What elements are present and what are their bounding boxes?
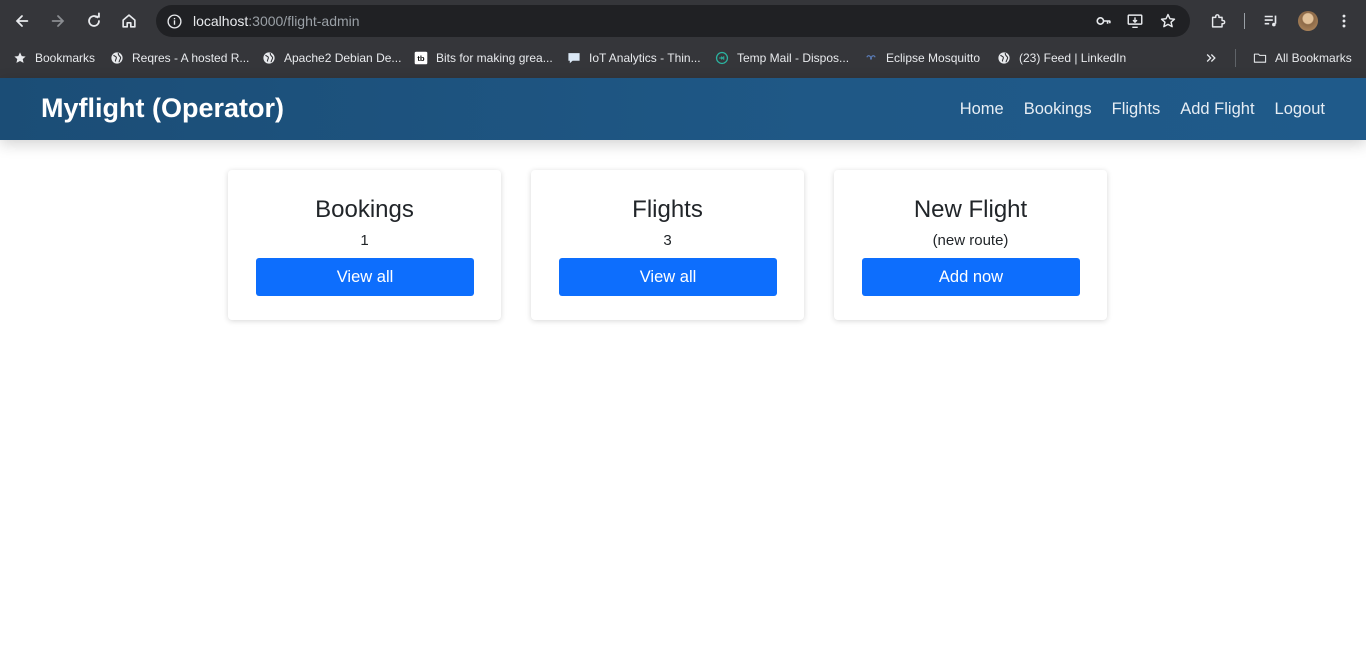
- nav-link-flights[interactable]: Flights: [1112, 99, 1161, 119]
- profile-avatar[interactable]: [1298, 11, 1318, 31]
- card-count: 3: [663, 232, 672, 249]
- browser-toolbar: localhost:3000/flight-admin: [0, 0, 1366, 42]
- flights-card: Flights 3 View all: [531, 170, 804, 320]
- globe-icon: [109, 50, 125, 66]
- bookmark-label: (23) Feed | LinkedIn: [1019, 51, 1127, 65]
- double-chevron-right-icon: [1203, 50, 1219, 66]
- new-flight-card: New Flight (new route) Add now: [834, 170, 1107, 320]
- browser-chrome: localhost:3000/flight-admin Bookmarks Re…: [0, 0, 1366, 78]
- arrow-right-icon: [51, 15, 65, 27]
- bookmark-label: Temp Mail - Dispos...: [737, 51, 850, 65]
- bookmark-item[interactable]: Reqres - A hosted R...: [109, 49, 249, 67]
- bookmark-item[interactable]: IoT Analytics - Thin...: [566, 49, 701, 67]
- url-path: :3000/flight-admin: [248, 13, 360, 29]
- card-count: 1: [360, 232, 369, 249]
- bookmark-label: Eclipse Mosquitto: [886, 51, 981, 65]
- browser-menu-button[interactable]: [1330, 7, 1358, 35]
- bookmark-star-icon[interactable]: [1158, 11, 1178, 31]
- url-host: localhost: [193, 13, 249, 29]
- view-all-flights-button[interactable]: View all: [559, 258, 777, 296]
- bits-logo-icon: tb: [413, 50, 429, 66]
- bookmark-label: Reqres - A hosted R...: [132, 51, 250, 65]
- add-now-button[interactable]: Add now: [862, 258, 1080, 296]
- bookings-card: Bookings 1 View all: [228, 170, 501, 320]
- globe-icon: [261, 50, 277, 66]
- svg-text:tb: tb: [417, 54, 425, 63]
- media-queue-icon: [1264, 15, 1277, 27]
- bookmarks-divider: [1235, 49, 1236, 67]
- bookmark-item[interactable]: (23) Feed | LinkedIn: [996, 49, 1126, 67]
- bookmark-label: Bits for making grea...: [436, 51, 553, 65]
- password-key-icon[interactable]: [1094, 11, 1114, 31]
- bookmark-label: IoT Analytics - Thin...: [589, 51, 701, 65]
- media-control-button[interactable]: [1257, 7, 1285, 35]
- mosquitto-icon: [863, 50, 879, 66]
- globe-icon: [996, 50, 1012, 66]
- address-bar[interactable]: localhost:3000/flight-admin: [156, 5, 1190, 37]
- bookmark-item[interactable]: Bookmarks: [12, 49, 95, 67]
- home-icon: [122, 14, 136, 28]
- card-title: Bookings: [315, 196, 414, 223]
- bookmark-item[interactable]: Temp Mail - Dispos...: [714, 49, 849, 67]
- home-button[interactable]: [115, 7, 143, 35]
- nav-links: Home Bookings Flights Add Flight Logout: [960, 99, 1325, 119]
- arrow-left-icon: [15, 15, 29, 27]
- bookmark-label: Bookmarks: [35, 51, 96, 65]
- install-app-icon[interactable]: [1125, 11, 1145, 31]
- address-url[interactable]: localhost:3000/flight-admin: [193, 13, 360, 29]
- card-subtitle: (new route): [932, 232, 1009, 249]
- view-all-bookings-button[interactable]: View all: [256, 258, 474, 296]
- reload-button[interactable]: [80, 7, 108, 35]
- site-info-icon[interactable]: [164, 11, 184, 31]
- brand-title[interactable]: Myflight (Operator): [41, 92, 284, 124]
- forward-button[interactable]: [44, 7, 72, 35]
- all-bookmarks-label: All Bookmarks: [1275, 51, 1352, 65]
- bookmark-item[interactable]: Eclipse Mosquitto: [863, 49, 980, 67]
- bookmark-item[interactable]: tb Bits for making grea...: [413, 49, 553, 67]
- bookmarks-overflow-button[interactable]: [1203, 49, 1226, 67]
- dashboard-cards: Bookings 1 View all Flights 3 View all N…: [228, 170, 1107, 320]
- reload-icon: [88, 12, 100, 27]
- app-navbar: Myflight (Operator) Home Bookings Flight…: [0, 78, 1366, 140]
- toolbar-divider: [1244, 13, 1245, 29]
- temp-mail-icon: [714, 50, 730, 66]
- bookmark-label: Apache2 Debian De...: [284, 51, 402, 65]
- bookmarks-bar: Bookmarks Reqres - A hosted R... Apache2…: [0, 46, 1366, 70]
- nav-link-bookings[interactable]: Bookings: [1024, 99, 1092, 119]
- card-title: New Flight: [913, 196, 1028, 223]
- nav-link-logout[interactable]: Logout: [1275, 99, 1325, 119]
- chat-icon: [566, 50, 582, 66]
- nav-link-add-flight[interactable]: Add Flight: [1180, 99, 1254, 119]
- card-title: Flights: [632, 196, 703, 223]
- star-icon: [12, 50, 28, 66]
- puzzle-icon: [1211, 14, 1226, 28]
- all-bookmarks-button[interactable]: All Bookmarks: [1252, 49, 1352, 67]
- more-vertical-icon: [1342, 14, 1346, 28]
- bookmark-item[interactable]: Apache2 Debian De...: [261, 49, 401, 67]
- nav-link-home[interactable]: Home: [960, 99, 1004, 119]
- back-button[interactable]: [8, 7, 36, 35]
- folder-icon: [1252, 50, 1268, 66]
- extensions-button[interactable]: [1204, 7, 1232, 35]
